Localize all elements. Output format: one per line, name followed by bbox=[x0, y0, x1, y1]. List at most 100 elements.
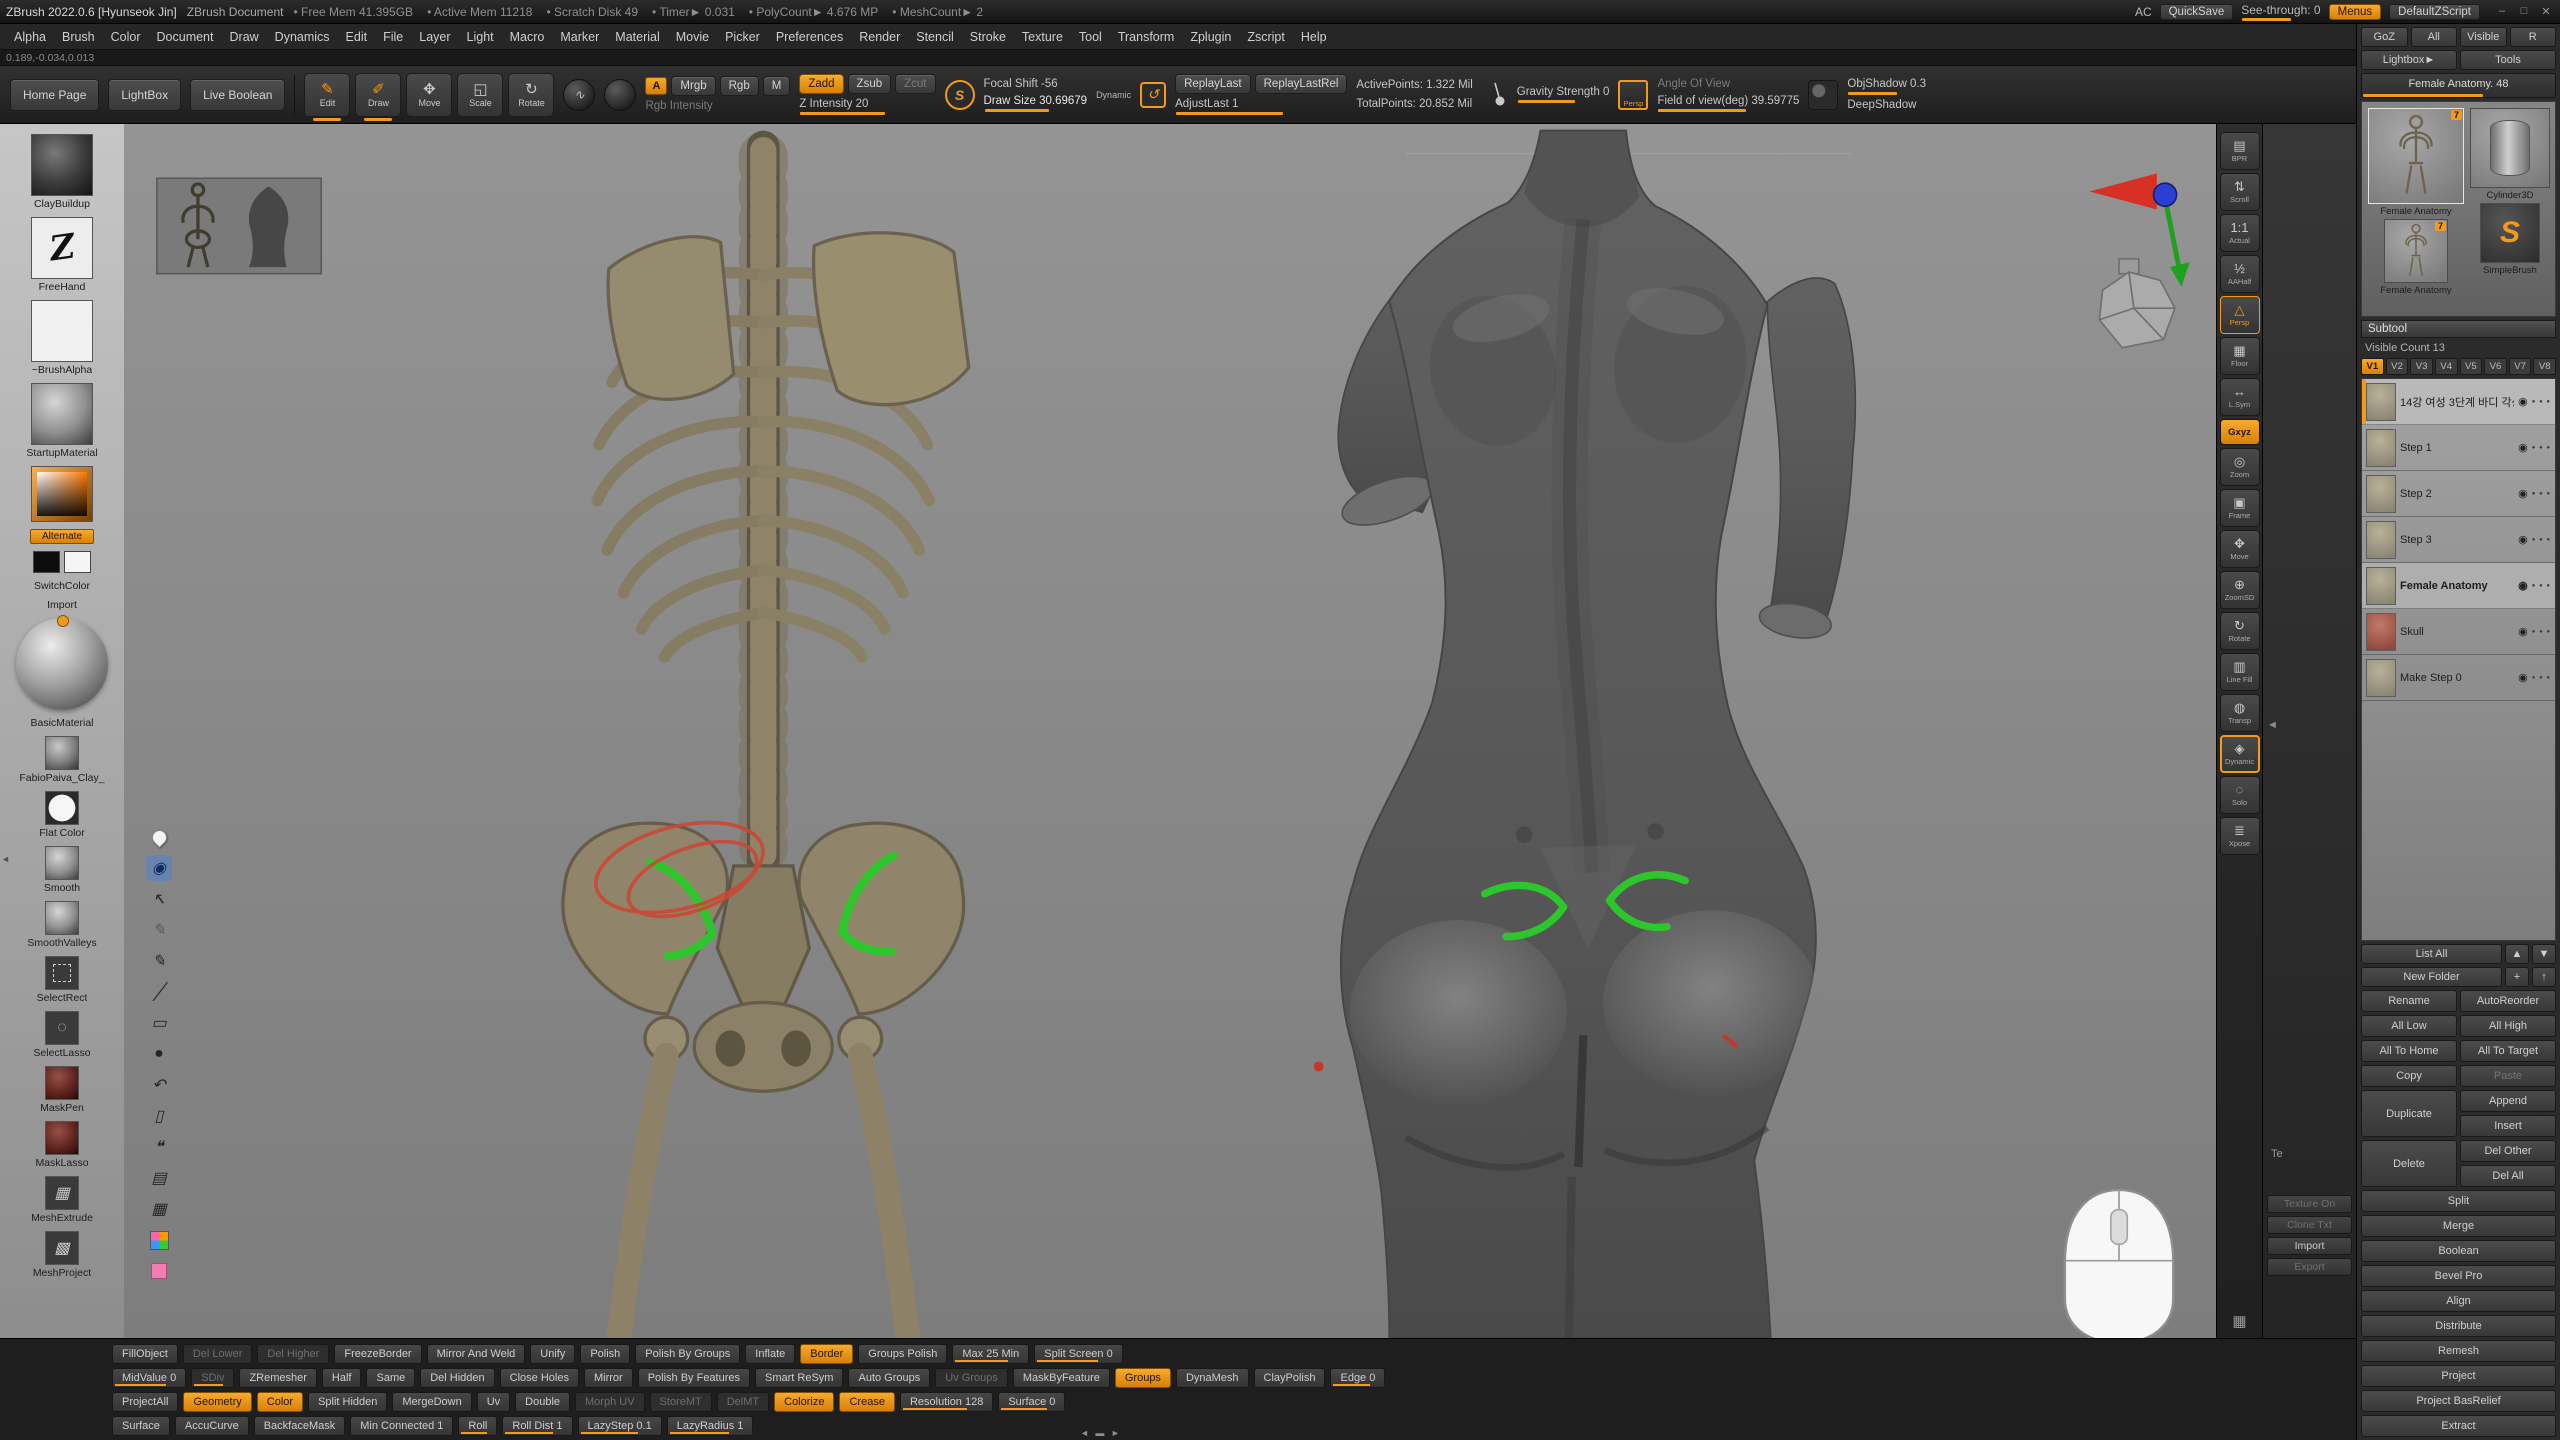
subtool-action-button[interactable]: All Low bbox=[2361, 1015, 2457, 1037]
bottom-button[interactable]: Close Holes bbox=[500, 1368, 579, 1388]
color-picker[interactable] bbox=[31, 466, 93, 522]
frame-button[interactable]: ▣ Frame bbox=[2220, 489, 2260, 527]
clipboard-icon[interactable]: ▦ bbox=[146, 1196, 172, 1222]
material-startup[interactable]: StartupMaterial bbox=[26, 383, 97, 459]
import-color-button[interactable]: Import bbox=[47, 599, 77, 611]
version-tab[interactable]: V6 bbox=[2484, 358, 2507, 375]
panel-top-button[interactable]: R bbox=[2510, 27, 2557, 47]
menu-item[interactable]: Stroke bbox=[962, 27, 1014, 47]
dot-brush-icon[interactable]: ● bbox=[146, 1041, 172, 1067]
visibility-eye-icon[interactable]: ◉ bbox=[2518, 395, 2528, 408]
notes-icon[interactable]: ▤ bbox=[146, 1165, 172, 1191]
subtool-action-button[interactable]: Delete bbox=[2361, 1140, 2457, 1187]
dynamic-button[interactable]: ◈ Dynamic bbox=[2220, 735, 2260, 773]
bottom-button[interactable]: Unify bbox=[530, 1344, 575, 1364]
replay-last-rel-button[interactable]: ReplayLastRel bbox=[1255, 74, 1348, 94]
bottom-button[interactable]: Crease bbox=[839, 1392, 894, 1412]
version-tab[interactable]: V5 bbox=[2460, 358, 2483, 375]
line-tool-icon[interactable]: ╱ bbox=[146, 979, 172, 1005]
bottom-button[interactable]: Polish By Groups bbox=[635, 1344, 740, 1364]
eraser-icon[interactable]: ▭ bbox=[146, 1010, 172, 1036]
menu-item[interactable]: Material bbox=[607, 27, 667, 47]
live-boolean-button[interactable]: Live Boolean bbox=[190, 79, 285, 111]
menu-item[interactable]: Light bbox=[459, 27, 502, 47]
list-all-button[interactable]: List All bbox=[2361, 944, 2502, 964]
subtool-action-button[interactable]: AutoReorder bbox=[2460, 990, 2556, 1012]
bottom-button[interactable]: Border bbox=[800, 1344, 853, 1364]
persp-button[interactable]: △ Persp bbox=[2220, 296, 2260, 334]
canvas-scrollbar[interactable]: ◄ ▬ ► bbox=[1080, 1428, 1122, 1438]
texture-export-button[interactable]: Export bbox=[2267, 1258, 2352, 1276]
gxyz-button[interactable]: Gxyz bbox=[2220, 419, 2260, 445]
tray-collapse-arrow[interactable]: ◄ bbox=[1, 854, 10, 864]
menu-item[interactable]: Marker bbox=[552, 27, 607, 47]
bottom-button[interactable]: MaskByFeature bbox=[1013, 1368, 1110, 1388]
tool-thumbnail-female-anatomy-2[interactable]: 7 bbox=[2384, 219, 2448, 283]
subtool-header[interactable]: Subtool bbox=[2361, 320, 2556, 338]
bottom-button[interactable]: Morph UV bbox=[575, 1392, 645, 1412]
focal-shift-slider[interactable]: Focal Shift -56 bbox=[984, 78, 1088, 91]
actual-button[interactable]: 1:1 Actual bbox=[2220, 214, 2260, 252]
deep-shadow-slider[interactable]: DeepShadow bbox=[1847, 99, 1926, 112]
menu-item[interactable]: Tool bbox=[1071, 27, 1110, 47]
brush-smooth[interactable]: Smooth bbox=[44, 846, 80, 894]
bottom-button[interactable]: Double bbox=[515, 1392, 570, 1412]
switch-color-button[interactable]: SwitchColor bbox=[34, 580, 90, 592]
subtool-action-button[interactable]: Duplicate bbox=[2361, 1090, 2457, 1137]
panel-top-button[interactable]: GoZ bbox=[2361, 27, 2408, 47]
folder-up-button[interactable]: ↑ bbox=[2532, 967, 2556, 987]
z-intensity-slider[interactable]: Z Intensity 20 bbox=[799, 98, 935, 115]
Skull[interactable]: Skull ◉ ● ● ● bbox=[2362, 609, 2555, 655]
move-canvas-button[interactable]: ✥ Move bbox=[2220, 530, 2260, 568]
current-material-sphere[interactable] bbox=[16, 618, 108, 710]
current-tool-slider[interactable]: Female Anatomy. 48 bbox=[2361, 73, 2556, 98]
subtool-action-button[interactable]: Remesh bbox=[2361, 1340, 2556, 1362]
zoomsd-button[interactable]: ⊕ ZoomSD bbox=[2220, 571, 2260, 609]
trash-icon[interactable]: ▯ bbox=[146, 1103, 172, 1129]
menu-item[interactable]: Zscript bbox=[1239, 27, 1293, 47]
bottom-button[interactable]: Half bbox=[322, 1368, 362, 1388]
bottom-button[interactable]: Split Hidden bbox=[308, 1392, 387, 1412]
palette-icon[interactable] bbox=[146, 1227, 172, 1253]
panel-top-button[interactable]: All bbox=[2411, 27, 2458, 47]
lightbox-tab[interactable]: Lightbox► bbox=[2361, 50, 2457, 70]
m-button[interactable]: M bbox=[763, 76, 791, 96]
bottom-button[interactable]: Polish bbox=[580, 1344, 630, 1364]
subtool-action-button[interactable]: All To Home bbox=[2361, 1040, 2457, 1062]
bottom-button[interactable]: LazyStep 0.1 bbox=[578, 1416, 662, 1436]
pink-swatch-icon[interactable] bbox=[146, 1258, 172, 1284]
bottom-button[interactable]: LazyRadius 1 bbox=[667, 1416, 754, 1436]
subtool-toggle-icons[interactable]: ● ● ● bbox=[2532, 445, 2551, 451]
draw-mode-button[interactable]: ✐ Draw bbox=[355, 73, 401, 117]
menu-item[interactable]: Render bbox=[851, 27, 908, 47]
bottom-button[interactable]: Mirror bbox=[584, 1368, 633, 1388]
adjust-last-slider[interactable]: AdjustLast 1 bbox=[1175, 98, 1347, 115]
clone-txt-button[interactable]: Clone Txt bbox=[2267, 1216, 2352, 1234]
material-fabiopaiva-clay[interactable]: FabioPaiva_Clay_ bbox=[19, 736, 104, 784]
version-tab[interactable]: V2 bbox=[2386, 358, 2409, 375]
visibility-eye-icon[interactable]: ◉ bbox=[2518, 579, 2528, 592]
subtool-action-button[interactable]: Project bbox=[2361, 1365, 2556, 1387]
panel-top-button[interactable]: Visible bbox=[2460, 27, 2507, 47]
brush-meshextrude[interactable]: ▦ MeshExtrude bbox=[31, 1176, 93, 1224]
menu-item[interactable]: Stencil bbox=[908, 27, 962, 47]
document-thumbnail[interactable] bbox=[157, 178, 321, 273]
bottom-button[interactable]: Uv Groups bbox=[935, 1368, 1008, 1388]
bottom-button[interactable]: Surface 0 bbox=[998, 1392, 1065, 1412]
anchor-badge[interactable]: A bbox=[645, 77, 667, 95]
tool-thumbnail-simplebrush[interactable]: S bbox=[2480, 203, 2540, 263]
menu-item[interactable]: Layer bbox=[411, 27, 458, 47]
tray-divider-arrow[interactable]: ◄ bbox=[2267, 719, 2278, 731]
cursor-icon[interactable]: ↖ bbox=[146, 886, 172, 912]
visibility-eye-icon[interactable]: ◉ bbox=[2518, 441, 2528, 454]
subtool-toggle-icons[interactable]: ● ● ● bbox=[2532, 583, 2551, 589]
zoom-button[interactable]: ◎ Zoom bbox=[2220, 448, 2260, 486]
menu-item[interactable]: Movie bbox=[668, 27, 717, 47]
menu-item[interactable]: Edit bbox=[338, 27, 376, 47]
bottom-button[interactable]: Geometry bbox=[183, 1392, 251, 1412]
bottom-button[interactable]: SDiv bbox=[191, 1368, 234, 1388]
draw-size-slider[interactable]: Draw Size 30.69679 bbox=[984, 95, 1088, 112]
transp-button[interactable]: ◍ Transp bbox=[2220, 694, 2260, 732]
pencil-icon[interactable]: ✎ bbox=[146, 948, 172, 974]
rotate-canvas-button[interactable]: ↻ Rotate bbox=[2220, 612, 2260, 650]
